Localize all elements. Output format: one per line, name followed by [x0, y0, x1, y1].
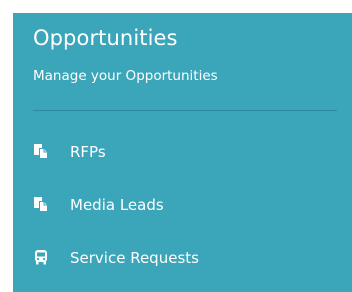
menu-item-service-requests[interactable]: Service Requests — [13, 231, 352, 284]
documents-icon — [33, 197, 49, 213]
panel-title: Opportunities — [33, 26, 178, 50]
opportunities-panel: Opportunities Manage your Opportunities … — [13, 13, 352, 292]
menu-item-label: Media Leads — [70, 195, 164, 214]
menu-item-media-leads[interactable]: Media Leads — [13, 178, 352, 231]
menu-item-label: Service Requests — [70, 248, 199, 267]
opportunities-menu: RFPs Media Leads Service Requests — [13, 125, 352, 284]
bus-icon — [33, 250, 49, 266]
menu-item-rfps[interactable]: RFPs — [13, 125, 352, 178]
divider — [33, 110, 337, 111]
documents-icon — [33, 144, 49, 160]
menu-item-label: RFPs — [70, 142, 106, 161]
panel-subtitle: Manage your Opportunities — [33, 68, 218, 84]
